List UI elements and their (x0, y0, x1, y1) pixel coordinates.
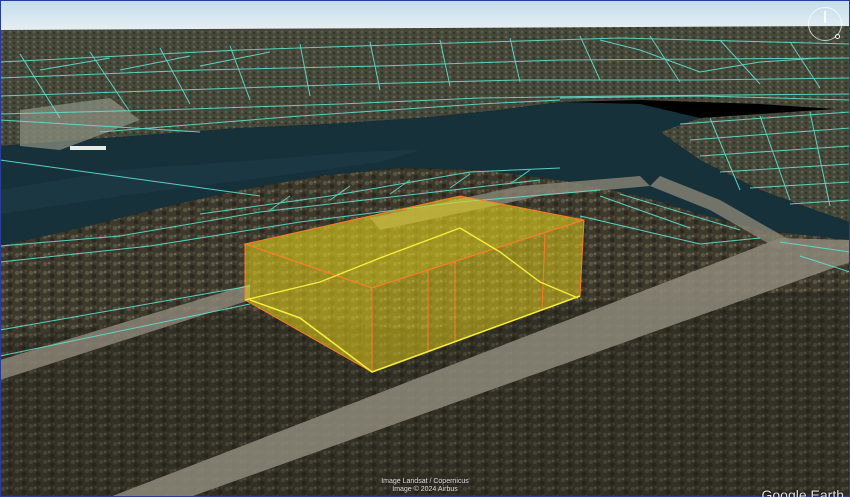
compass-icon[interactable] (808, 7, 842, 41)
sky (0, 0, 850, 30)
dock (70, 146, 106, 150)
satellite-3d-scene[interactable] (0, 0, 850, 497)
compass-reset-handle[interactable] (835, 34, 840, 39)
imagery-attribution-line1: Image Landsat / Copernicus (381, 478, 469, 485)
map-viewer[interactable]: Image Landsat / Copernicus Image © 2024 … (0, 0, 850, 497)
compass-needle (824, 11, 826, 23)
imagery-attribution-line2: Image © 2024 Airbus (392, 486, 458, 493)
google-earth-logo: Google Earth (761, 487, 845, 497)
